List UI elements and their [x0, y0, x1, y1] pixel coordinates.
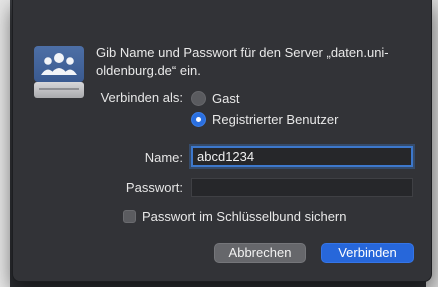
- password-field[interactable]: [191, 178, 413, 197]
- radio-guest-label: Gast: [212, 90, 240, 106]
- radio-registered-control[interactable]: [191, 111, 206, 127]
- name-field[interactable]: [191, 146, 413, 167]
- radio-registered-label: Registrierter Benutzer: [212, 111, 339, 127]
- connect-as-label: Verbinden als:: [100, 90, 183, 105]
- connect-server-dialog: Gib Name und Passwort für den Server „da…: [12, 0, 432, 282]
- background-left-edge: [0, 0, 10, 287]
- password-label: Passwort:: [125, 180, 183, 195]
- keychain-checkbox[interactable]: [123, 209, 136, 223]
- keychain-option[interactable]: Passwort im Schlüsselbund sichern: [123, 207, 346, 225]
- keychain-label: Passwort im Schlüsselbund sichern: [142, 208, 347, 224]
- name-label: Name:: [144, 150, 183, 165]
- radio-registered-user[interactable]: Registrierter Benutzer: [191, 110, 338, 128]
- dialog-message: Gib Name und Passwort für den Server „da…: [96, 45, 389, 78]
- radio-guest[interactable]: Gast: [191, 89, 239, 107]
- connect-button[interactable]: Verbinden: [321, 243, 414, 263]
- cancel-button[interactable]: Abbrechen: [214, 243, 306, 263]
- radio-guest-control[interactable]: [191, 90, 206, 106]
